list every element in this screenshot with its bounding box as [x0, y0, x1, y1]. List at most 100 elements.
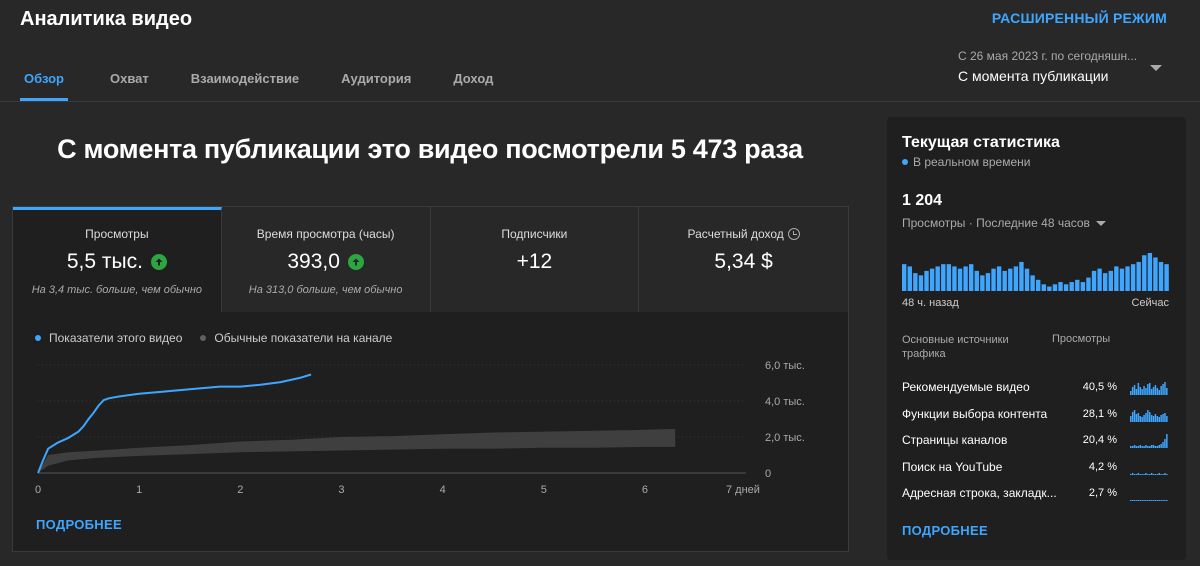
y-tick-label: 0 — [765, 468, 771, 480]
sparkline-bar — [1164, 412, 1166, 422]
x-tick-label: 7 дней — [726, 484, 760, 496]
realtime-bar — [957, 268, 963, 291]
sparkline-bar — [1149, 473, 1151, 475]
sparkline-bar — [1130, 415, 1132, 422]
sparkline-bar — [1139, 473, 1141, 475]
tab-audience[interactable]: Аудитория — [341, 60, 411, 101]
sparkline-bar — [1141, 473, 1143, 475]
tab-reach[interactable]: Охват — [110, 60, 149, 101]
realtime-axis-end: Сейчас — [1131, 297, 1169, 309]
sparkline-bar — [1135, 389, 1138, 396]
realtime-bar — [952, 266, 957, 291]
realtime-card: Текущая статистика В реальном времени 1 … — [887, 117, 1186, 560]
traffic-source-name: Страницы каналов — [902, 433, 1008, 448]
sparkline-bar — [1143, 446, 1145, 449]
sparkline-bar — [1150, 445, 1153, 449]
sparkline-bar — [1162, 473, 1164, 475]
sparkline-bar — [1158, 390, 1160, 396]
period-selector[interactable]: С 26 мая 2023 г. по сегодняшн... С момен… — [958, 49, 1170, 84]
realtime-bar — [1041, 284, 1046, 291]
metric-value-text: +12 — [516, 250, 553, 273]
sparkline-bar — [1154, 473, 1157, 475]
sparkline-bar — [1152, 387, 1155, 396]
realtime-bar — [980, 275, 985, 291]
sparkline-bar — [1133, 409, 1136, 422]
sparkline-bar — [1143, 473, 1145, 475]
traffic-source-row: Страницы каналов 20,4 % — [902, 427, 1172, 454]
realtime-label: В реальном времени — [913, 155, 1031, 169]
traffic-source-sparkline — [1130, 472, 1168, 475]
realtime-indicator: В реальном времени — [902, 155, 1030, 169]
sparkline-bar — [1131, 411, 1134, 422]
sparkline-bar — [1166, 473, 1168, 475]
x-tick-label: 4 — [440, 484, 446, 496]
sparkline-bar — [1156, 388, 1159, 396]
tab-engagement[interactable]: Взаимодействие — [191, 60, 299, 101]
sparkline-bar — [1156, 415, 1159, 422]
metric-value: +12 — [431, 250, 639, 274]
sparkline-bar — [1145, 445, 1147, 449]
sparkline-bar — [1141, 389, 1143, 396]
sparkline-bar — [1149, 500, 1151, 502]
sparkline-bar — [1131, 387, 1134, 396]
realtime-bar — [1097, 268, 1102, 291]
realtime-bar — [1030, 275, 1035, 291]
sparkline-bar — [1141, 500, 1143, 502]
realtime-metric-selector[interactable]: Просмотры · Последние 48 часов — [902, 216, 1106, 230]
arrow-up-icon — [347, 254, 364, 270]
clock-icon — [787, 228, 800, 240]
sparkline-bar — [1147, 500, 1149, 502]
advanced-mode-link[interactable]: РАСШИРЕННЫЙ РЕЖИМ — [992, 10, 1167, 26]
realtime-bar — [1080, 282, 1086, 291]
sparkline-bar — [1160, 473, 1162, 475]
realtime-bar — [935, 266, 940, 291]
sparkline-bar — [1150, 389, 1153, 396]
metric-value: 5,5 тыс. — [13, 250, 221, 274]
metric-note: На 313,0 больше, чем обычно — [248, 284, 403, 296]
sparkline-bar — [1141, 446, 1143, 449]
metric-watch-time[interactable]: Время просмотра (часы) 393,0 На 313,0 бо… — [221, 207, 431, 312]
sparkline-bar — [1162, 442, 1164, 449]
traffic-source-percent: 28,1 % — [1082, 407, 1117, 420]
sparkline-bar — [1133, 500, 1136, 502]
realtime-more-link[interactable]: ПОДРОБНЕЕ — [902, 523, 988, 538]
realtime-bar — [1075, 279, 1080, 291]
sparkline-bar — [1130, 473, 1132, 475]
traffic-source-row: Функции выбора контента 28,1 % — [902, 401, 1172, 428]
legend-dot-gray — [200, 335, 207, 341]
more-details-link[interactable]: ПОДРОБНЕЕ — [36, 517, 122, 532]
realtime-bar — [1114, 266, 1119, 291]
tab-revenue[interactable]: Доход — [453, 60, 493, 101]
metric-value: 393,0 — [222, 250, 430, 274]
traffic-source-row: Рекомендуемые видео 40,5 % — [902, 374, 1172, 401]
sparkline-bar — [1166, 500, 1168, 502]
sparkline-bar — [1152, 473, 1155, 475]
metric-subscribers[interactable]: Подписчики +12 — [430, 207, 640, 312]
metric-views[interactable]: Просмотры 5,5 тыс. На 3,4 тыс. больше, ч… — [13, 207, 222, 312]
realtime-count: 1 204 — [902, 192, 943, 209]
sparkline-bar — [1154, 446, 1157, 449]
realtime-bar — [1142, 255, 1147, 291]
traffic-source-row: Поиск на YouTube 4,2 % — [902, 454, 1172, 481]
metric-revenue[interactable]: Расчетный доход 5,34 $ — [639, 207, 848, 312]
sparkline-bar — [1158, 416, 1160, 422]
sparkline-bar — [1166, 388, 1168, 396]
sparkline-bar — [1162, 384, 1164, 396]
sparkline-bar — [1139, 445, 1141, 449]
realtime-bar — [1002, 270, 1007, 291]
realtime-bar — [929, 268, 935, 291]
realtime-bar — [1130, 264, 1136, 291]
realtime-bar — [1069, 282, 1074, 291]
sparkline-bar — [1130, 391, 1132, 396]
realtime-bar — [1153, 257, 1158, 291]
sparkline-bar — [1137, 412, 1140, 422]
sparkline-bar — [1147, 409, 1149, 422]
realtime-bar-chart — [902, 253, 1169, 291]
legend-typical: Обычные показатели на канале — [200, 331, 392, 345]
sparkline-bar — [1166, 434, 1168, 449]
tab-overview[interactable]: Обзор — [20, 60, 68, 101]
metric-note: На 3,4 тыс. больше, чем обычно — [31, 284, 203, 296]
typical-range-area — [38, 428, 676, 473]
x-tick-label: 1 — [136, 484, 142, 496]
sparkline-bar — [1158, 445, 1160, 449]
